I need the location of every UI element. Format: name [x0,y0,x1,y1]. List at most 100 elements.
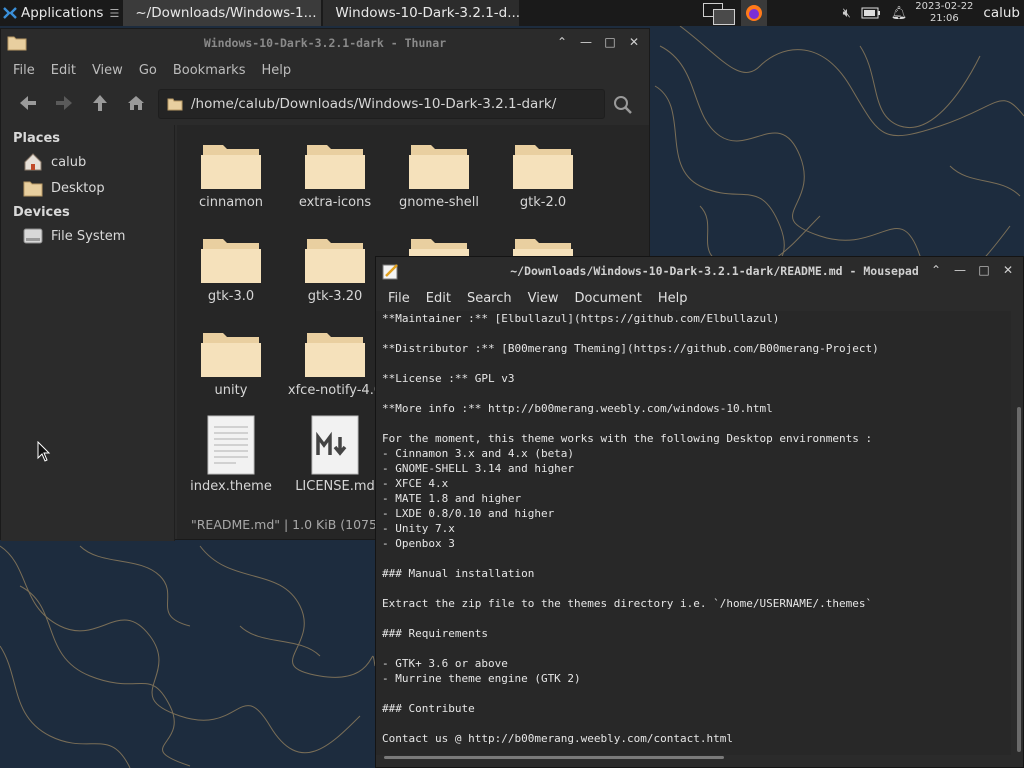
horizontal-scrollbar[interactable] [384,756,724,759]
home-button[interactable] [123,90,149,116]
minimize-button[interactable]: — [579,35,593,49]
menu-help[interactable]: Help [261,63,291,78]
folder-icon [201,333,261,377]
menu-view[interactable]: View [92,63,123,78]
firefox-icon [745,5,762,21]
mouse-pointer-icon [37,441,51,462]
file-item[interactable]: gtk-3.20 [283,235,387,304]
workspace-switcher[interactable] [701,1,735,25]
sidebar-item-filesystem[interactable]: File System [1,223,174,249]
top-panel: Applications ☰ ~/Downloads/Windows-1... … [0,0,1024,26]
editor-line: Extract the zip file to the themes direc… [382,597,873,610]
applications-menu-button[interactable]: Applications ☰ [0,0,123,26]
file-item[interactable]: cinnamon [179,141,283,210]
menu-bookmarks[interactable]: Bookmarks [173,63,246,78]
taskbar-item-thunar[interactable]: Windows-10-Dark-3.2.1-d... [323,0,520,26]
window-title: Windows-10-Dark-3.2.1-dark - Thunar [203,36,447,50]
window-controls: ⌃ — □ ✕ [929,263,1015,277]
folder-icon [201,239,261,283]
mousepad-titlebar[interactable]: ~/Downloads/Windows-10-Dark-3.2.1-dark/R… [376,257,1023,285]
editor-line: - Openbox 3 [382,537,455,550]
file-name: cinnamon [198,195,264,210]
sidebar-item-label: File System [51,228,126,244]
menu-file[interactable]: File [388,291,410,306]
mousepad-window: ~/Downloads/Windows-10-Dark-3.2.1-dark/R… [375,256,1024,768]
file-name: gtk-2.0 [519,195,567,210]
menu-document[interactable]: Document [574,291,641,306]
taskbar-item-mousepad[interactable]: ~/Downloads/Windows-1... [123,0,322,26]
text-editor[interactable]: **Maintainer :** [Elbullazul](https://gi… [376,311,1011,755]
taskbar-item-label: ~/Downloads/Windows-1... [135,5,317,21]
menu-help[interactable]: Help [658,291,688,306]
notification-bell-icon[interactable]: 🔔︎ [891,6,908,21]
folder-icon [201,145,261,189]
taskbar-item-label: Windows-10-Dark-3.2.1-d... [335,5,520,21]
search-button[interactable] [613,95,633,119]
menu-edit[interactable]: Edit [51,63,76,78]
markdown-file-icon [311,415,359,475]
places-header: Places [13,130,61,146]
menu-view[interactable]: View [528,291,559,306]
up-button[interactable] [87,90,113,116]
sidebar-item-desktop[interactable]: Desktop [1,175,174,201]
file-item[interactable]: index.theme [179,415,283,494]
minimize-button[interactable]: — [953,263,967,277]
folder-icon [305,145,365,189]
workspace-2[interactable] [712,9,735,25]
thunar-titlebar[interactable]: Windows-10-Dark-3.2.1-dark - Thunar ⌃ — … [1,29,649,57]
editor-line: For the moment, this theme works with th… [382,432,873,445]
maximize-up-button[interactable]: ⌃ [555,35,569,49]
file-item[interactable]: gnome-shell [387,141,491,210]
forward-button[interactable] [51,90,77,116]
thunar-menubar: File Edit View Go Bookmarks Help [1,57,649,83]
menu-edit[interactable]: Edit [426,291,451,306]
editor-line: - MATE 1.8 and higher [382,492,522,505]
editor-line: ### Requirements [382,627,488,640]
close-button[interactable]: ✕ [627,35,641,49]
folder-icon [167,98,183,111]
back-button[interactable] [15,90,41,116]
location-bar[interactable]: /home/calub/Downloads/Windows-10-Dark-3.… [158,89,605,119]
home-folder-icon [24,153,42,171]
menu-search[interactable]: Search [467,291,512,306]
close-button[interactable]: ✕ [1001,263,1015,277]
clock[interactable]: 2023-02-22 21:06 [915,1,973,25]
arrow-up-icon [93,95,107,111]
sidebar-item-label: calub [51,154,87,170]
firefox-launcher[interactable] [740,0,767,26]
sidebar-item-home[interactable]: calub [1,149,174,175]
folder-icon [409,145,469,189]
file-item[interactable]: unity [179,329,283,398]
file-item[interactable]: LICENSE.md [283,415,387,494]
editor-line: Contact us @ http://b00merang.weebly.com… [382,732,733,745]
user-menu[interactable]: calub [983,5,1020,21]
file-item[interactable]: xfce-notify-4.0 [283,329,387,398]
mute-icon[interactable]: 🔇︎ [843,6,851,21]
file-item[interactable]: gtk-2.0 [491,141,595,210]
folder-icon [305,239,365,283]
menu-icon: ☰ [109,6,120,20]
editor-line: - GTK+ 3.6 or above [382,657,508,670]
editor-line: **Maintainer :** [Elbullazul](https://gi… [382,312,780,325]
shade-button[interactable]: ⌃ [929,263,943,277]
maximize-button[interactable]: □ [977,263,991,277]
file-name: gnome-shell [398,195,480,210]
battery-icon[interactable] [861,7,881,19]
editor-line: - GNOME-SHELL 3.14 and higher [382,462,575,475]
file-item[interactable]: gtk-3.0 [179,235,283,304]
editor-line: **Distributor :** [B00merang Theming](ht… [382,342,879,355]
editor-line: - LXDE 0.8/0.10 and higher [382,507,555,520]
menu-go[interactable]: Go [139,63,157,78]
mousepad-icon [382,264,398,280]
applications-label: Applications [21,5,104,21]
maximize-button[interactable]: □ [603,35,617,49]
mousepad-menubar: File Edit Search View Document Help [376,285,1023,311]
vertical-scrollbar[interactable] [1017,407,1021,752]
menu-file[interactable]: File [13,63,35,78]
folder-icon [513,145,573,189]
file-item[interactable]: extra-icons [283,141,387,210]
file-name: LICENSE.md [295,479,375,494]
window-controls: ⌃ — □ ✕ [555,35,641,49]
